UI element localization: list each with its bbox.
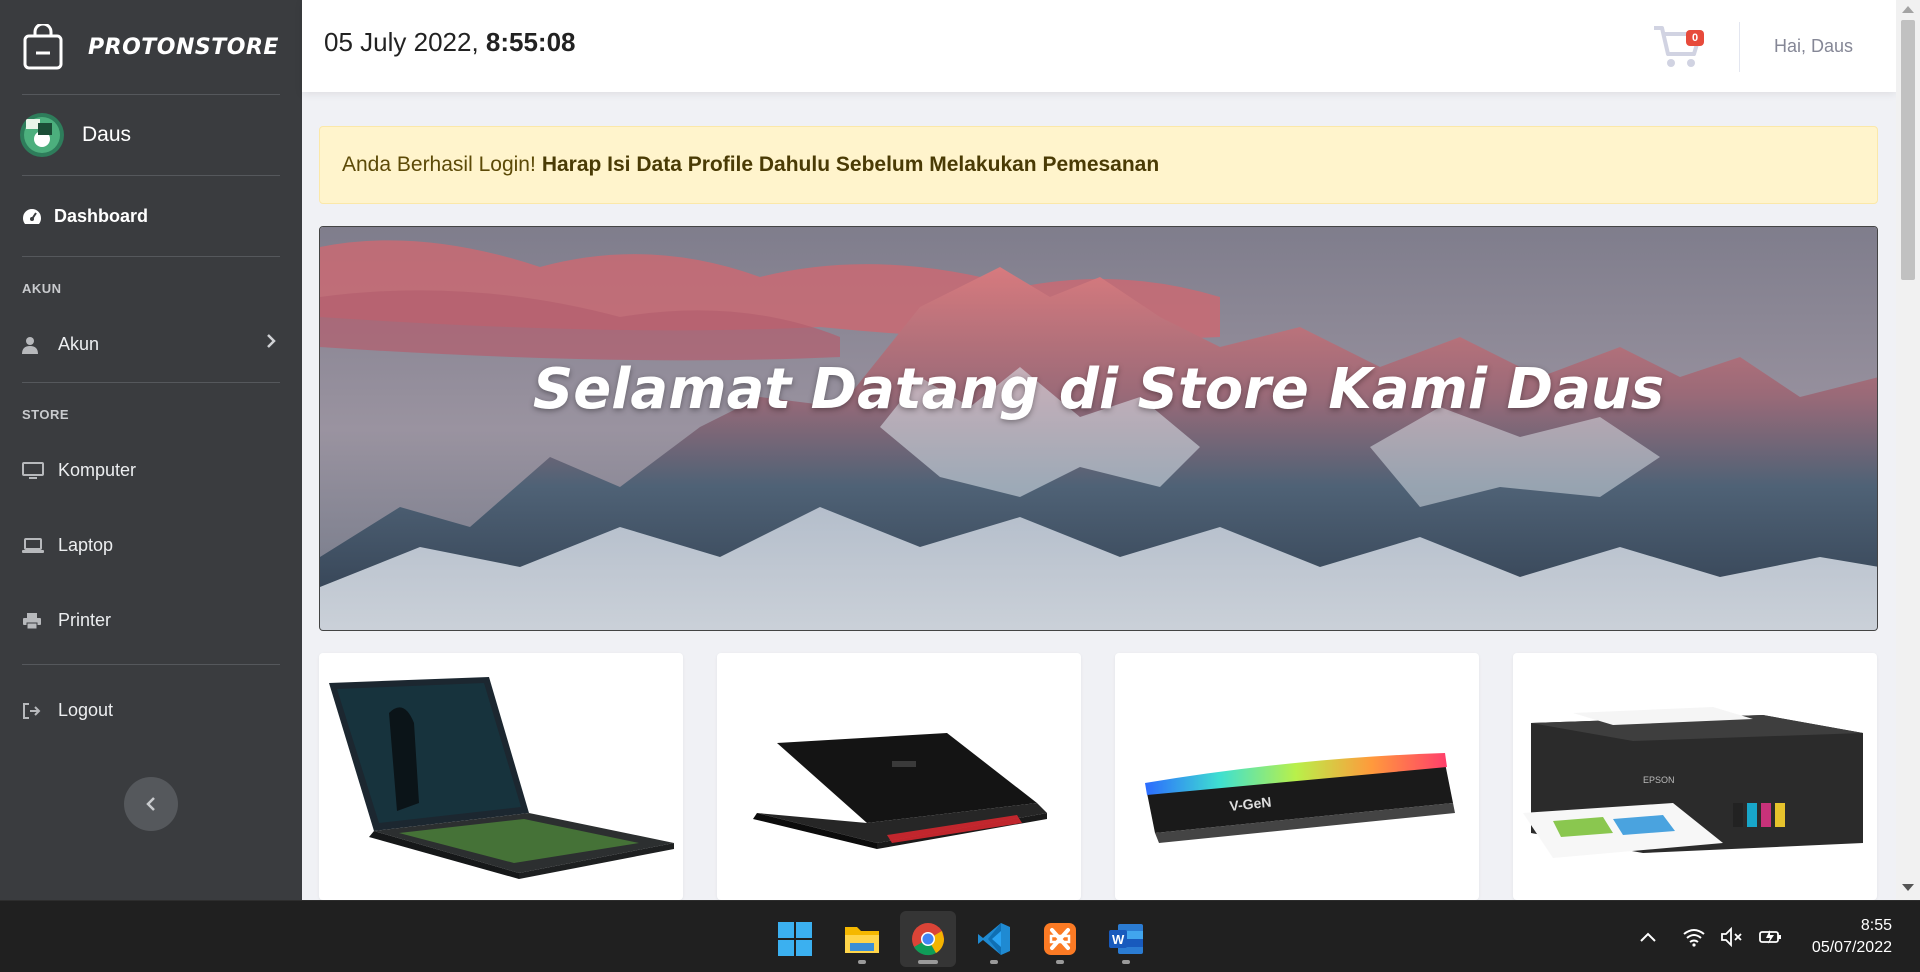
topbar: 05 July 2022, 8:55:08 0 Hai, Daus	[302, 0, 1896, 92]
sidebar-user[interactable]: Daus	[0, 95, 302, 175]
sidebar-item-akun[interactable]: Akun	[0, 307, 302, 382]
sidebar-item-label: Dashboard	[54, 205, 149, 226]
wifi-icon[interactable]	[1682, 927, 1706, 947]
speaker-muted-icon[interactable]	[1720, 927, 1744, 947]
sidebar-item-label: Komputer	[58, 460, 137, 480]
scroll-up-arrow-icon[interactable]	[1902, 6, 1914, 13]
chrome-icon	[912, 923, 945, 956]
svg-text:EPSON: EPSON	[1643, 775, 1675, 785]
start-button[interactable]	[767, 911, 823, 967]
shopping-bag-icon	[23, 24, 63, 70]
laptop-icon	[22, 537, 46, 554]
alert-text: Anda Berhasil Login!	[342, 153, 536, 176]
divider	[22, 664, 280, 665]
clock-time: 8:55	[1860, 917, 1892, 934]
sidebar-item-logout[interactable]: Logout	[0, 673, 302, 748]
running-indicator	[990, 960, 998, 964]
running-indicator	[1056, 960, 1064, 964]
date-time: 05 July 2022, 8:55:08	[324, 27, 576, 58]
product-card[interactable]: EPSON	[1513, 653, 1877, 900]
avatar	[20, 113, 64, 157]
taskbar: W 8:55 05/07/2022	[0, 900, 1920, 972]
logout-icon	[22, 702, 46, 720]
word-icon: W	[1109, 924, 1143, 954]
mountain-image	[320, 227, 1877, 630]
product-card[interactable]	[717, 653, 1081, 900]
section-heading-akun: AKUN	[22, 281, 62, 296]
section-heading-store: STORE	[22, 407, 70, 422]
sidebar-item-dashboard[interactable]: Dashboard	[0, 176, 302, 256]
vscode-icon	[978, 923, 1010, 955]
folder-icon	[845, 927, 879, 953]
running-indicator	[858, 960, 866, 964]
scroll-thumb[interactable]	[1901, 20, 1915, 280]
product-card[interactable]: V-GeN	[1115, 653, 1479, 900]
desktop-icon	[22, 461, 46, 480]
login-alert: Anda Berhasil Login! Harap Isi Data Prof…	[319, 126, 1878, 204]
taskbar-xampp[interactable]	[1032, 911, 1088, 967]
sidebar-item-laptop[interactable]: Laptop	[0, 508, 302, 583]
laptop-product-image	[329, 677, 674, 879]
scroll-down-arrow-icon[interactable]	[1902, 884, 1914, 891]
system-tray	[1638, 901, 1784, 972]
cart-button[interactable]: 0	[1652, 22, 1708, 72]
dashboard-icon	[22, 209, 42, 224]
taskbar-word[interactable]: W	[1098, 911, 1154, 967]
chevron-left-icon	[146, 797, 155, 811]
user-icon	[22, 336, 46, 354]
welcome-name: Daus	[1506, 357, 1665, 422]
sidebar-toggle-button[interactable]	[124, 777, 178, 831]
welcome-text: Selamat Datang di Store Kami	[532, 357, 1507, 422]
sidebar-item-label: Laptop	[58, 535, 114, 555]
printer-icon	[22, 612, 46, 630]
welcome-banner: Selamat Datang di Store Kami Daus	[319, 226, 1878, 631]
product-card[interactable]	[319, 653, 683, 900]
xampp-icon	[1044, 923, 1076, 955]
brand[interactable]: PROTONSTORE	[0, 0, 302, 94]
sidebar-item-komputer[interactable]: Komputer	[0, 433, 302, 508]
sidebar-item-label: Logout	[58, 700, 114, 720]
alert-bold-text: Harap Isi Data Profile Dahulu Sebelum Me…	[541, 153, 1160, 176]
svg-text:W: W	[1112, 932, 1125, 947]
brand-name: PROTONSTORE	[88, 34, 279, 60]
user-greeting[interactable]: Hai, Daus	[1774, 36, 1853, 57]
taskbar-clock[interactable]: 8:55 05/07/2022	[1812, 915, 1892, 959]
topbar-divider	[1739, 22, 1740, 72]
taskbar-file-explorer[interactable]	[834, 911, 890, 967]
user-name: Daus	[82, 123, 132, 146]
clock-date: 05/07/2022	[1811, 939, 1892, 956]
sidebar: PROTONSTORE Daus Dashboard AKUN Akun STO…	[0, 0, 302, 900]
battery-charging-icon[interactable]	[1758, 927, 1784, 947]
running-indicator	[918, 960, 938, 964]
laptop-product-image	[753, 733, 1047, 849]
sidebar-item-label: Akun	[58, 334, 100, 354]
taskbar-vscode[interactable]	[966, 911, 1022, 967]
ram-product-image: V-GeN	[1145, 753, 1455, 843]
chevron-right-icon	[267, 334, 276, 348]
sidebar-item-printer[interactable]: Printer	[0, 583, 302, 658]
chevron-up-icon[interactable]	[1638, 930, 1658, 944]
sidebar-item-label: Printer	[58, 610, 112, 630]
printer-product-image: EPSON	[1523, 707, 1863, 858]
windows-logo-icon	[778, 922, 812, 956]
cart-count-badge: 0	[1686, 30, 1705, 46]
taskbar-chrome[interactable]	[900, 911, 956, 967]
date-text: 05 July 2022,	[324, 27, 486, 57]
scrollbar[interactable]	[1896, 0, 1920, 900]
running-indicator	[1122, 960, 1130, 964]
time-text: 8:55:08	[485, 27, 576, 57]
welcome-heading: Selamat Datang di Store Kami Daus	[320, 357, 1877, 422]
